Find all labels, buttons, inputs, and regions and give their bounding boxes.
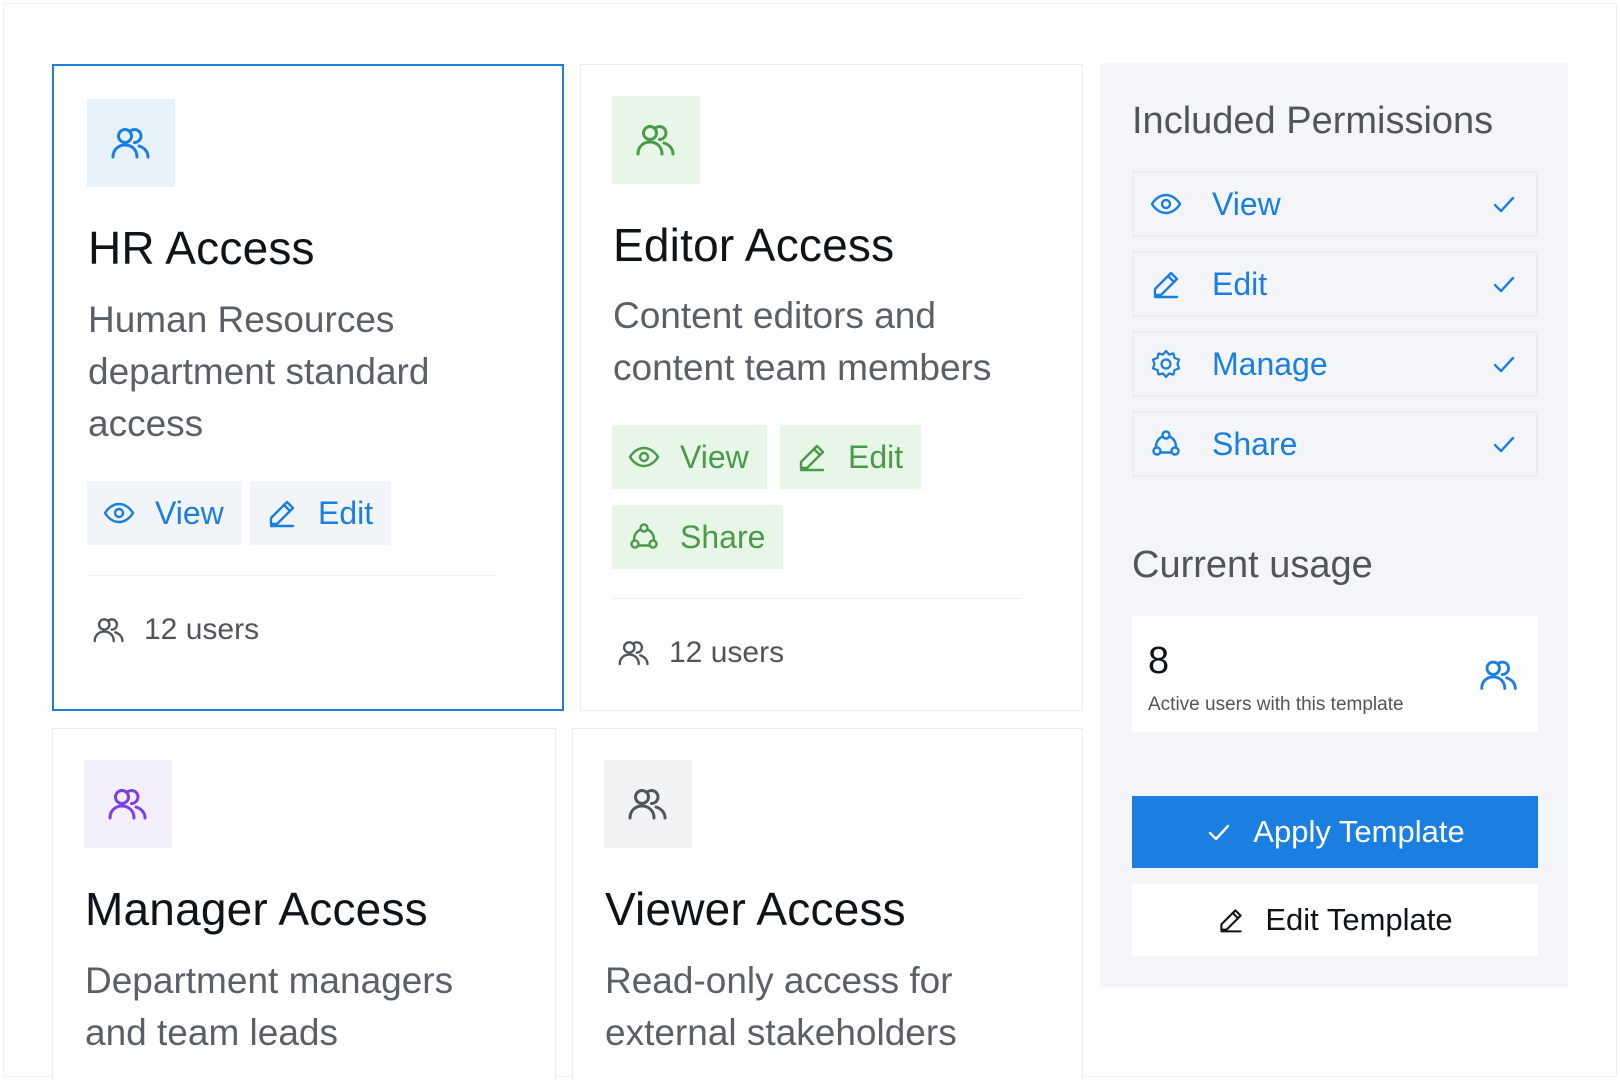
check-icon: [1493, 436, 1515, 453]
permission-edit[interactable]: Edit: [1132, 251, 1538, 317]
usage-label: Active users with this template: [1148, 694, 1404, 715]
chip-share: Share: [612, 505, 784, 569]
user-count-label: 12 users: [669, 636, 785, 669]
card-title: HR Access: [88, 222, 315, 274]
usage-count: 8: [1148, 640, 1170, 682]
pencil-icon: [799, 444, 825, 472]
chip-view: View: [87, 481, 242, 545]
card-description: Read-only access for external stakeholde…: [605, 960, 957, 1053]
chip-label: Edit: [848, 438, 904, 475]
card-description: Content editors and content team members: [613, 295, 992, 388]
users-icon: [87, 99, 175, 187]
chip-label: View: [155, 494, 224, 531]
divider: [612, 598, 1022, 599]
pencil-icon: [1220, 909, 1243, 933]
template-card-manager[interactable]: Manager Access Department managers and t…: [52, 728, 556, 1080]
pencil-icon: [269, 500, 295, 528]
template-card-editor[interactable]: Editor Access Content editors and conten…: [580, 64, 1083, 711]
edit-template-label: Edit Template: [1265, 902, 1453, 937]
users-icon: [612, 96, 700, 184]
chip-label: Edit: [318, 494, 374, 531]
edit-template-button[interactable]: Edit Template: [1132, 884, 1538, 956]
share-icon: [630, 523, 658, 549]
template-card-viewer[interactable]: Viewer Access Read-only access for exter…: [572, 728, 1083, 1080]
chip-edit: Edit: [780, 425, 922, 489]
eye-icon: [103, 502, 135, 524]
chip-edit: Edit: [250, 481, 392, 545]
permission-label: View: [1212, 185, 1281, 222]
check-icon: [1493, 356, 1515, 373]
permission-label: Manage: [1212, 345, 1328, 382]
permission-share[interactable]: Share: [1132, 411, 1538, 477]
template-card-hr[interactable]: HR Access Human Resources department sta…: [52, 64, 564, 711]
permissions-heading: Included Permissions: [1132, 100, 1494, 142]
check-icon: [1493, 276, 1515, 293]
check-icon: [1493, 196, 1515, 213]
user-count: 12 users: [90, 611, 259, 649]
eye-icon: [1150, 193, 1182, 215]
card-title: Viewer Access: [605, 883, 906, 935]
users-icon: [84, 760, 172, 848]
users-icon: [93, 618, 124, 643]
apply-template-label: Apply Template: [1253, 814, 1465, 849]
check-icon: [1209, 824, 1230, 841]
users-icon: [604, 760, 692, 848]
user-count-label: 12 users: [144, 613, 260, 646]
permission-label: Edit: [1212, 265, 1268, 302]
chip-label: Share: [680, 518, 766, 555]
chip-label: View: [680, 438, 749, 475]
permission-label: Share: [1212, 425, 1298, 462]
users-icon: [1480, 660, 1517, 690]
card-title: Manager Access: [85, 883, 428, 935]
card-title: Editor Access: [613, 219, 895, 271]
share-icon: [1152, 430, 1180, 456]
users-icon: [618, 641, 649, 666]
permission-view[interactable]: View: [1132, 171, 1538, 237]
permission-manage[interactable]: Manage: [1132, 331, 1538, 397]
gear-icon: [1151, 349, 1181, 379]
card-description: Human Resources department standard acce…: [88, 299, 430, 444]
apply-template-button[interactable]: Apply Template: [1132, 796, 1538, 868]
usage-card: 8 Active users with this template: [1132, 616, 1538, 732]
template-details-panel: Included Permissions View Edit Manage Sh…: [1100, 63, 1568, 987]
card-description: Department managers and team leads: [85, 960, 454, 1053]
user-count: 12 users: [615, 634, 784, 672]
eye-icon: [628, 446, 660, 468]
pencil-icon: [1153, 271, 1179, 299]
usage-heading: Current usage: [1132, 544, 1373, 586]
chip-view: View: [612, 425, 767, 489]
divider: [87, 575, 497, 576]
